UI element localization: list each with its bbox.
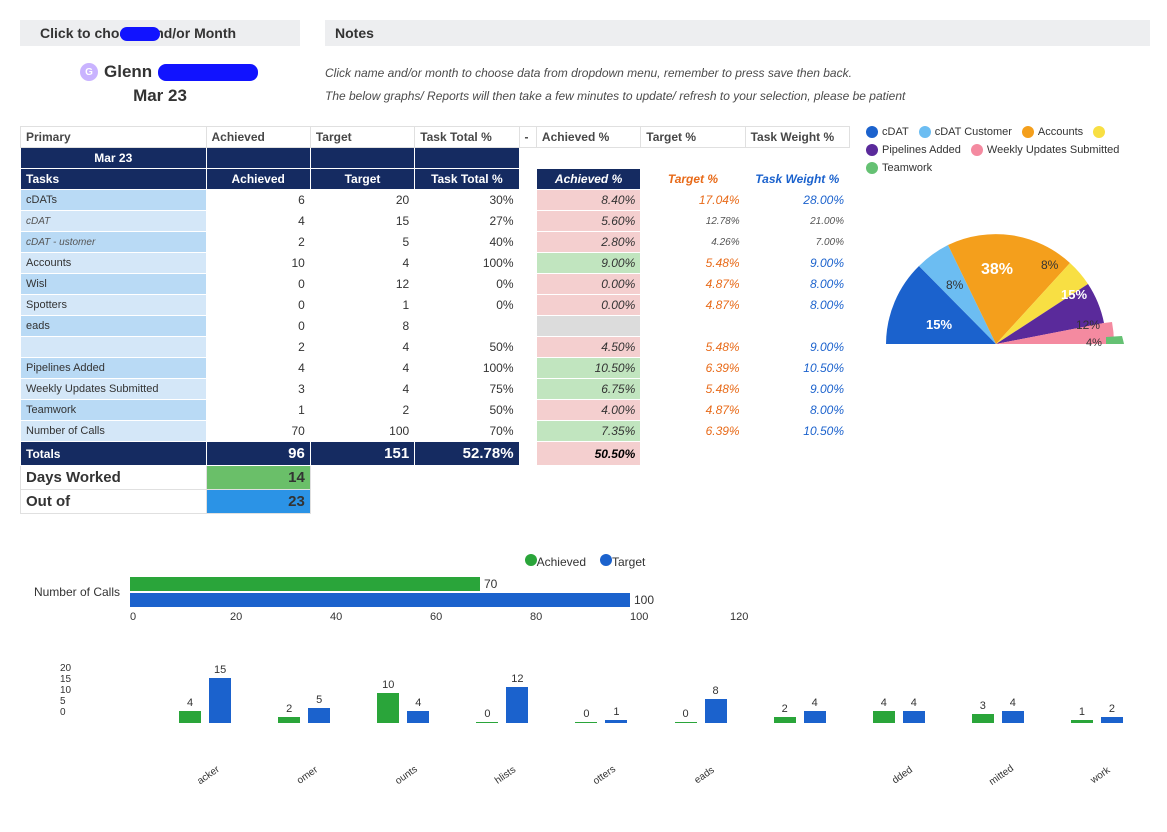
table-row: Weekly Updates Submitted3475%6.75%5.48%9… (21, 379, 850, 400)
table-row: cDATs62030%8.40%17.04%28.00% (21, 190, 850, 211)
table-header-row: Primary Achieved Target Task Total % - A… (21, 127, 850, 148)
table-row: 2450%4.50%5.48%9.00% (21, 337, 850, 358)
table-row: Pipelines Added44100%10.50%6.39%10.50% (21, 358, 850, 379)
mini-chart: 44dded (853, 663, 952, 763)
data-table: Primary Achieved Target Task Total % - A… (20, 126, 850, 514)
mini-chart: 415acker (159, 663, 258, 763)
table-row: eads08 (21, 316, 850, 337)
pie-chart: 15% 8% 38% 8% 15% 12% 4% (866, 204, 1136, 357)
svg-text:15%: 15% (1061, 287, 1087, 302)
svg-text:4%: 4% (1086, 337, 1102, 349)
svg-text:38%: 38% (981, 261, 1013, 278)
month-row: Mar 23 (21, 148, 850, 169)
table-row: cDAT41527%5.60%12.78%21.00% (21, 211, 850, 232)
month-selector[interactable]: Mar 23 (20, 86, 300, 106)
mini-chart: 24 (754, 663, 853, 763)
mini-chart: 012hlists (456, 663, 555, 763)
mini-chart: 34mitted (952, 663, 1051, 763)
table-row: Spotters010%0.00%4.87%8.00% (21, 295, 850, 316)
table-row: cDAT - ustomer2540%2.80%4.26%7.00% (21, 232, 850, 253)
mini-bar-charts: 20151050415acker25omer104ounts012hlists0… (60, 663, 1150, 763)
legend-item: cDAT (866, 126, 909, 138)
user-name: Glenn (104, 62, 152, 82)
legend-item: cDAT Customer (919, 126, 1012, 138)
chooser-header: Click to choose and/or Month (20, 20, 300, 46)
pie-legend: cDAT cDAT Customer Accounts Pipelines Add… (866, 126, 1136, 174)
calls-bar-chart: Achieved Target Number of Calls 70 100 0… (20, 554, 1150, 623)
mini-chart: 01otters (555, 663, 654, 763)
bar-axis: 020406080100120 (130, 611, 1150, 623)
notes-header: Notes (325, 20, 1150, 46)
table-row: Number of Calls7010070%7.35%6.39%10.50% (21, 421, 850, 442)
svg-text:8%: 8% (946, 278, 964, 292)
mini-chart: 104ounts (357, 663, 456, 763)
legend-item: Weekly Updates Submitted (971, 144, 1119, 156)
bar-legend: Achieved Target (20, 554, 1150, 569)
table-row: Accounts104100%9.00%5.48%9.00% (21, 253, 850, 274)
table-row: Wisl0120%0.00%4.87%8.00% (21, 274, 850, 295)
mini-chart: 08eads (655, 663, 754, 763)
legend-item: Teamwork (866, 162, 932, 174)
legend-item (1093, 126, 1109, 138)
mini-chart: 25omer (258, 663, 357, 763)
svg-text:12%: 12% (1076, 318, 1100, 332)
user-selector[interactable]: G Glenn (20, 62, 300, 82)
notes-body: Click name and/or month to choose data f… (325, 52, 1150, 116)
svg-text:8%: 8% (1041, 258, 1059, 272)
legend-item: Pipelines Added (866, 144, 961, 156)
bar-category-label: Number of Calls (20, 577, 120, 599)
days-worked-row: Days Worked 14 (21, 466, 850, 490)
tasks-header-row: Tasks Achieved Target Task Total % Achie… (21, 169, 850, 190)
legend-item: Accounts (1022, 126, 1083, 138)
table-row: Teamwork1250%4.00%4.87%8.00% (21, 400, 850, 421)
mini-chart: 12work (1051, 663, 1150, 763)
totals-row: Totals 96 151 52.78% 50.50% 60.87% 100.0… (21, 442, 850, 466)
out-of-row: Out of 23 (21, 490, 850, 514)
svg-text:15%: 15% (926, 317, 952, 332)
avatar: G (80, 63, 98, 81)
